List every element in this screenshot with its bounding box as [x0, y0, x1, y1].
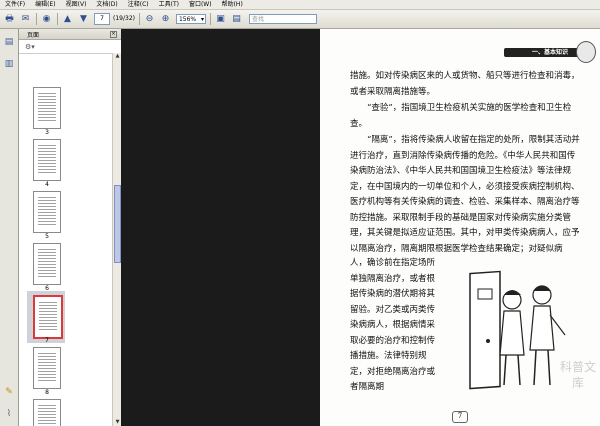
previous-page-icon[interactable]: ▲	[61, 13, 74, 26]
toolbar-separator	[209, 13, 211, 25]
options-gear-icon[interactable]: ⚙▾	[25, 43, 35, 51]
close-icon[interactable]: ×	[110, 31, 117, 38]
zoom-out-icon[interactable]: ⊖	[143, 13, 156, 26]
menu-edit[interactable]: 编辑(E)	[30, 0, 60, 9]
thumbnail-label: 3	[45, 129, 49, 136]
page-number: 7	[452, 411, 468, 423]
toolbar-separator	[36, 13, 37, 25]
toolbar-separator	[57, 13, 58, 25]
section-title: 一、基本知识	[532, 49, 569, 56]
fit-page-icon[interactable]: ▣	[214, 13, 227, 26]
comments-icon[interactable]: ✎	[4, 387, 14, 397]
scrollbar-thumb[interactable]	[114, 185, 121, 263]
thumbnail-label: 8	[45, 389, 49, 396]
toolbar-separator	[138, 13, 140, 25]
page-thumbnail-selected[interactable]	[33, 295, 63, 339]
paragraph-1: 措施。如对传染病区来的人或货物、船只等进行检查和消毒，或者采取隔离措施等。	[350, 71, 580, 97]
page-number-input[interactable]: 7	[94, 13, 110, 25]
menu-tools[interactable]: 工具(T)	[154, 0, 184, 9]
fit-width-icon[interactable]: ▤	[230, 13, 243, 26]
menu-comments[interactable]: 注释(C)	[123, 0, 154, 9]
watermark-logo: 科普文库	[559, 360, 596, 390]
search-input[interactable]: 查找	[248, 14, 317, 24]
page-thumbnail[interactable]	[33, 191, 61, 233]
menu-document[interactable]: 文档(D)	[91, 0, 122, 9]
cartoon-head-icon	[576, 41, 596, 63]
scroll-up-icon[interactable]: ▲	[114, 53, 121, 60]
page-thumbnail[interactable]	[33, 399, 61, 426]
panel-options-bar: ⚙▾	[19, 40, 121, 54]
thumbnail-label: 5	[45, 233, 49, 240]
paragraph-2: “查验”，指国境卫生检疫机关实施的医学检查和卫生检查。	[350, 103, 572, 129]
menu-file[interactable]: 文件(F)	[0, 0, 30, 9]
menu-view[interactable]: 视图(V)	[61, 0, 92, 9]
attachments-icon[interactable]: ⌇	[4, 409, 14, 419]
page-count: (19/32)	[113, 15, 135, 22]
zoom-select[interactable]: 156%	[175, 14, 206, 25]
page-thumbnail[interactable]	[33, 139, 61, 181]
pages-panel-header: 页面 ×	[19, 29, 121, 40]
next-page-icon[interactable]: ▼	[77, 13, 90, 26]
menu-bar: 文件(F) 编辑(E) 视图(V) 文档(D) 注释(C) 工具(T) 窗口(W…	[0, 0, 600, 10]
print-icon[interactable]: 🖶	[3, 13, 16, 26]
attach-icon[interactable]: ✉	[19, 13, 32, 26]
page-thumbnail[interactable]	[33, 87, 61, 129]
menu-help[interactable]: 帮助(H)	[217, 0, 248, 9]
menu-window[interactable]: 窗口(W)	[184, 0, 217, 9]
page-thumbnail[interactable]	[33, 243, 61, 285]
thumbnail-list: 3 4 5 6 7 8	[19, 53, 111, 426]
bookmarks-icon[interactable]: ▥	[4, 59, 14, 69]
pages-panel-title: 页面	[27, 31, 40, 39]
zoom-in-icon[interactable]: ⊕	[159, 13, 172, 26]
document-viewport[interactable]: 一、基本知识 措施。如对传染病区来的人或货物、船只等进行检查和消毒，或者采取隔离…	[121, 29, 600, 426]
page-thumbnail[interactable]	[33, 347, 61, 389]
scroll-down-icon[interactable]: ▼	[114, 419, 121, 426]
paragraph-3-continued: 人，确诊前在指定场所单独隔离治疗，或者根据传染病的潜伏期将其留验。对乙类或丙类传…	[350, 258, 436, 392]
page-header: 一、基本知识	[320, 39, 600, 63]
toolbar: 🖶 ✉ ◉ ▲ ▼ 7 (19/32) ⊖ ⊕ 156% ▣ ▤ 查找	[0, 10, 600, 29]
navigation-strip: ▤ ▥ ✎ ⌇	[0, 29, 19, 426]
paragraph-3: “隔离”，指将传染病人收留在指定的处所，限制其活动并进行治疗，直到消除传染病传播…	[350, 135, 580, 254]
pages-icon[interactable]: ▤	[4, 37, 14, 47]
pages-panel: 页面 × ⚙▾ 3 4 5 6 7 8 ▲ ▼	[19, 29, 122, 426]
document-page: 一、基本知识 措施。如对传染病区来的人或货物、船只等进行检查和消毒，或者采取隔离…	[320, 29, 600, 426]
disc-icon[interactable]: ◉	[40, 13, 53, 26]
thumbnail-label: 4	[45, 181, 49, 188]
thumbnail-label: 7	[45, 337, 49, 344]
